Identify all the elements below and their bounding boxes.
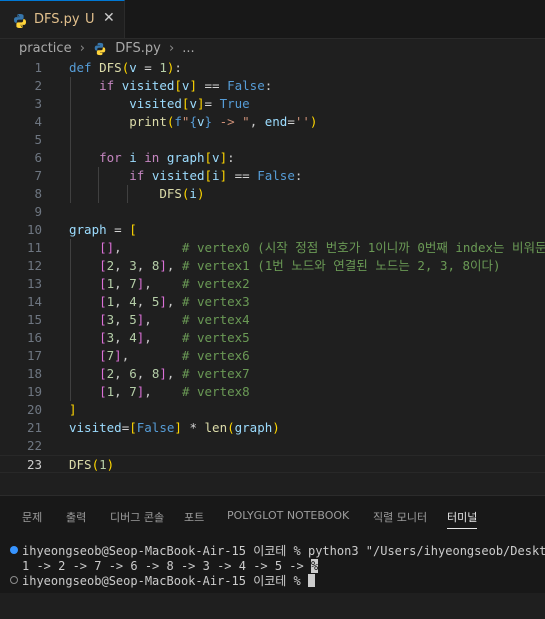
tab-polyglot-notebook[interactable]: POLYGLOT NOTEBOOK — [227, 509, 349, 522]
chevron-right-icon: › — [79, 41, 85, 56]
code-line: 1 def DFS(v = 1): — [34, 60, 182, 75]
code-line: 22 — [26, 438, 42, 453]
editor-tab-bar: DFS.py U ✕ — [0, 0, 545, 39]
terminal-cursor — [307, 574, 315, 587]
code-line: 20] — [26, 402, 77, 417]
code-line-current: 23 DFS(1) — [0, 455, 545, 473]
code-line: 14 [1, 4, 5], # vertex3 — [26, 294, 250, 309]
code-line: 6 for i in graph[v]: — [34, 150, 235, 165]
terminal-line: ihyeongseob@Seop-MacBook-Air-15 이코테 % py… — [10, 544, 545, 559]
code-line: 18 [2, 6, 8], # vertex7 — [26, 366, 250, 381]
tab-dfs-py[interactable]: DFS.py U ✕ — [0, 0, 125, 38]
breadcrumb-file[interactable]: DFS.py — [115, 41, 161, 56]
code-line: 4 print(f"{v} -> ", end='') — [34, 114, 318, 129]
chevron-right-icon: › — [168, 41, 175, 56]
terminal-prompt: ihyeongseob@Seop-MacBook-Air-15 이코테 % py… — [22, 544, 545, 558]
tab-filename: DFS.py — [34, 12, 80, 27]
breadcrumb-folder[interactable]: practice — [19, 41, 72, 56]
code-line: 19 [1, 7], # vertex8 — [26, 384, 250, 399]
bottom-panel: 문제 출력 디버그 콘솔 포트 POLYGLOT NOTEBOOK 직렬 모니터… — [0, 495, 545, 593]
terminal-line: 1 -> 2 -> 7 -> 6 -> 8 -> 3 -> 4 -> 5 -> … — [22, 559, 319, 574]
panel-tabs: 문제 출력 디버그 콘솔 포트 POLYGLOT NOTEBOOK 직렬 모니터… — [0, 496, 545, 534]
tab-serial-monitor[interactable]: 직렬 모니터 — [373, 509, 427, 525]
python-file-icon — [14, 14, 26, 28]
code-line: 3 visited[v]= True — [34, 96, 250, 111]
code-line: 12 [2, 3, 8], # vertex1 (1번 노드와 연결된 노드는 … — [26, 258, 501, 273]
terminal-eol-marker: % — [310, 559, 319, 573]
breadcrumb-more[interactable]: ... — [182, 41, 194, 56]
code-line: 5 — [34, 132, 42, 147]
terminal[interactable]: ihyeongseob@Seop-MacBook-Air-15 이코테 % py… — [0, 544, 545, 619]
tab-terminal[interactable]: 터미널 — [447, 509, 478, 529]
tab-ports[interactable]: 포트 — [184, 509, 204, 525]
command-status-dot-icon — [10, 576, 18, 584]
tab-problems[interactable]: 문제 — [22, 509, 42, 525]
code-editor[interactable]: 1 def DFS(v = 1): 2 if visited[v] == Fals… — [0, 59, 545, 485]
code-line: 7 if visited[i] == False: — [34, 168, 303, 183]
code-line: 21 visited=[False] * len(graph) — [26, 420, 280, 435]
code-line: 8 DFS(i) — [34, 186, 205, 201]
terminal-prompt: ihyeongseob@Seop-MacBook-Air-15 이코테 % — [22, 574, 308, 588]
code-line: 11 [], # vertex0 (시작 정점 번호가 1이니까 0번째 ind… — [26, 240, 545, 255]
command-status-dot-icon — [10, 546, 18, 554]
breadcrumb: practice › DFS.py › ... — [19, 41, 195, 59]
code-line: 17 [7], # vertex6 — [26, 348, 250, 363]
terminal-line: ihyeongseob@Seop-MacBook-Air-15 이코테 % — [10, 574, 315, 589]
close-icon[interactable]: ✕ — [103, 10, 115, 26]
code-line: 9 — [34, 204, 42, 219]
code-line: 13 [1, 7], # vertex2 — [26, 276, 250, 291]
code-line: 16 [3, 4], # vertex5 — [26, 330, 250, 345]
code-line: 15 [3, 5], # vertex4 — [26, 312, 250, 327]
code-line: 2 if visited[v] == False: — [34, 78, 273, 93]
tab-output[interactable]: 출력 — [66, 509, 86, 525]
tab-debug-console[interactable]: 디버그 콘솔 — [110, 509, 164, 525]
terminal-output: 1 -> 2 -> 7 -> 6 -> 8 -> 3 -> 4 -> 5 -> — [22, 559, 311, 573]
code-line: 10 graph = [ — [26, 222, 137, 237]
untracked-badge: U — [85, 12, 95, 27]
python-file-icon — [94, 42, 106, 55]
